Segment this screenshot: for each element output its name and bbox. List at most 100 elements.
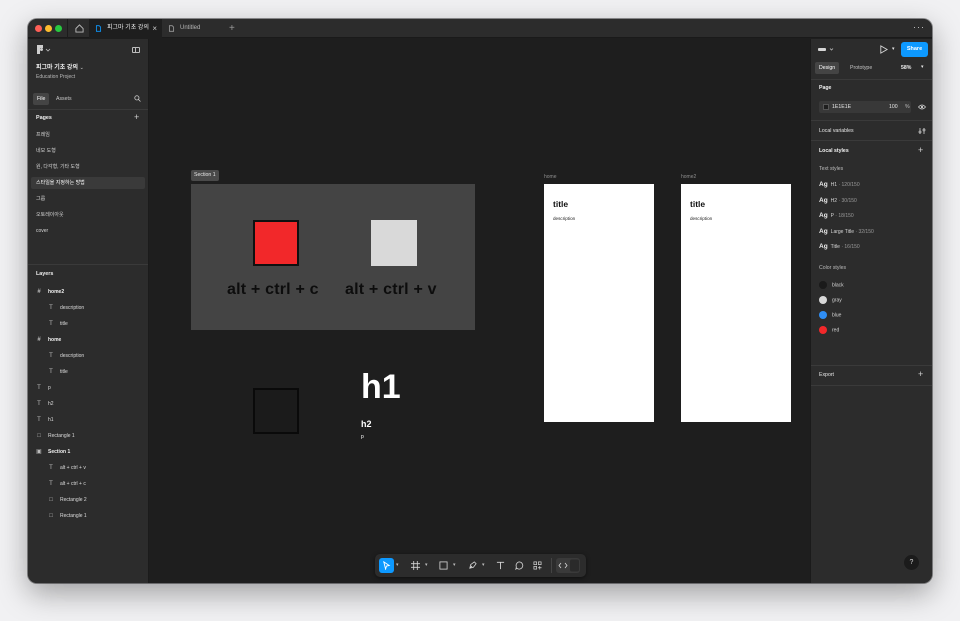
page-item[interactable]: 원, 다각형, 기타 도형: [31, 161, 145, 173]
copy-shortcut-text[interactable]: alt + ctrl + c: [227, 281, 319, 299]
tab-file[interactable]: File: [33, 93, 50, 105]
page-item[interactable]: cover: [31, 225, 145, 237]
tab-assets[interactable]: Assets: [52, 93, 76, 105]
page-background-field[interactable]: 1E1E1E 100 %: [819, 101, 911, 113]
layer-row[interactable]: Ttitle: [28, 365, 149, 379]
frame-tool-button[interactable]: [408, 558, 423, 573]
text-style-item[interactable]: Ag Large Title · 32/150: [819, 228, 874, 235]
h2-text[interactable]: h2: [361, 419, 372, 429]
rectangle-tool-button[interactable]: [436, 558, 451, 573]
dev-mode-toggle[interactable]: [556, 558, 580, 573]
text-tool-button[interactable]: [493, 558, 508, 573]
canvas[interactable]: Section 1 alt + ctrl + c alt + ctrl + v …: [150, 39, 810, 583]
layer-row[interactable]: Tdescription: [28, 301, 149, 315]
search-icon[interactable]: [134, 95, 141, 102]
page-color-swatch[interactable]: [823, 104, 829, 110]
toggle-sidebar-icon[interactable]: [132, 47, 140, 53]
layer-row[interactable]: □ Rectangle 1: [28, 509, 149, 523]
page-item[interactable]: 프레임: [31, 129, 145, 141]
frame-home[interactable]: title description: [544, 184, 654, 422]
frame-label-home[interactable]: home: [544, 174, 557, 180]
section-1[interactable]: [191, 184, 475, 330]
pen-tool-button[interactable]: [465, 558, 480, 573]
page-item[interactable]: 스타일을 지정하는 방법: [31, 177, 145, 189]
text-style-item[interactable]: Ag H2 · 30/150: [819, 197, 857, 204]
frame-description[interactable]: description: [553, 216, 575, 221]
page-color-hex[interactable]: 1E1E1E: [832, 104, 851, 110]
export-label[interactable]: Export: [819, 372, 834, 378]
frame-title[interactable]: title: [553, 199, 568, 209]
layer-row[interactable]: Talt + ctrl + c: [28, 477, 149, 491]
tab-untitled[interactable]: Untitled: [162, 19, 226, 38]
local-variables-label[interactable]: Local variables: [819, 128, 854, 134]
actions-button[interactable]: [530, 558, 545, 573]
help-button[interactable]: ?: [904, 555, 919, 570]
minimize-window-button[interactable]: [45, 25, 52, 32]
project-name[interactable]: Education Project: [36, 74, 75, 80]
play-icon[interactable]: [879, 45, 888, 54]
h1-text[interactable]: h1: [361, 368, 401, 407]
share-button[interactable]: Share: [901, 42, 928, 57]
p-text[interactable]: p: [361, 434, 364, 440]
frame-title[interactable]: title: [690, 199, 705, 209]
layer-row[interactable]: □ Rectangle 1: [28, 429, 149, 443]
color-style-item[interactable]: black: [819, 281, 844, 289]
move-tool-button[interactable]: [379, 558, 394, 573]
page-opacity[interactable]: 100: [889, 104, 898, 110]
add-export-icon[interactable]: +: [918, 370, 923, 379]
figma-menu-icon[interactable]: [37, 45, 51, 54]
add-page-icon[interactable]: +: [134, 113, 139, 122]
eye-icon[interactable]: [918, 104, 926, 110]
layer-row[interactable]: Talt + ctrl + v: [28, 461, 149, 475]
frame-home2[interactable]: title description: [681, 184, 791, 422]
page-item[interactable]: 그룹: [31, 193, 145, 205]
color-style-item[interactable]: red: [819, 326, 839, 334]
frame-description[interactable]: description: [690, 216, 712, 221]
comment-tool-button[interactable]: [512, 558, 527, 573]
text-style-item[interactable]: Ag H1 · 120/150: [819, 181, 860, 188]
text-style-item[interactable]: Ag P · 18/150: [819, 212, 854, 219]
paste-shortcut-text[interactable]: alt + ctrl + v: [345, 281, 437, 299]
variables-settings-icon[interactable]: [918, 127, 926, 135]
layer-row[interactable]: Ttitle: [28, 317, 149, 331]
tab-prototype[interactable]: Prototype: [846, 62, 876, 74]
layer-row[interactable]: Th2: [28, 397, 149, 411]
section-label[interactable]: Section 1: [191, 170, 219, 181]
color-style-item[interactable]: gray: [819, 296, 842, 304]
frame-label-home2[interactable]: home2: [681, 174, 696, 180]
close-window-button[interactable]: [35, 25, 42, 32]
rectangle-1-red[interactable]: [253, 220, 299, 266]
layer-row[interactable]: Tdescription: [28, 349, 149, 363]
chevron-down-icon[interactable]: ▾: [921, 64, 924, 70]
layer-row[interactable]: # home: [28, 333, 149, 347]
rectangle-1-black[interactable]: [253, 388, 299, 434]
close-tab-icon[interactable]: ×: [152, 19, 157, 38]
color-style-item[interactable]: blue: [819, 311, 841, 319]
more-options-icon[interactable]: ···: [913, 19, 925, 36]
layer-row[interactable]: Th1: [28, 413, 149, 427]
page-item[interactable]: 오토레이아웃: [31, 209, 145, 221]
layer-row[interactable]: # home2: [28, 285, 149, 299]
page-item[interactable]: 네모 도형: [31, 145, 145, 157]
text-style-name: Large Title: [830, 228, 855, 235]
tab-design[interactable]: Design: [815, 62, 840, 74]
add-style-icon[interactable]: +: [918, 146, 923, 155]
layer-row[interactable]: □ Rectangle 2: [28, 493, 149, 507]
chevron-down-icon[interactable]: ▾: [425, 562, 428, 568]
zoom-level[interactable]: 58%: [901, 65, 911, 71]
chevron-down-icon[interactable]: ▾: [453, 562, 456, 568]
text-style-item[interactable]: Ag Title · 16/150: [819, 243, 860, 250]
comment-tool-icon: [515, 561, 524, 570]
chevron-down-icon[interactable]: ▾: [892, 46, 895, 52]
layer-row[interactable]: Tp: [28, 381, 149, 395]
multiplayer-cursors-icon[interactable]: [818, 47, 834, 53]
rectangle-2-gray[interactable]: [371, 220, 417, 266]
maximize-window-button[interactable]: [55, 25, 62, 32]
home-tab[interactable]: [67, 19, 89, 38]
add-tab-button[interactable]: +: [229, 19, 235, 38]
chevron-down-icon[interactable]: ▾: [396, 562, 399, 568]
layer-row[interactable]: ▣ Section 1: [28, 445, 149, 459]
tab-file-active[interactable]: 피그마 기초 강의 ×: [89, 19, 162, 38]
chevron-down-icon[interactable]: ▾: [482, 562, 485, 568]
file-name[interactable]: 피그마 기초 강의 ⌄: [36, 62, 84, 71]
